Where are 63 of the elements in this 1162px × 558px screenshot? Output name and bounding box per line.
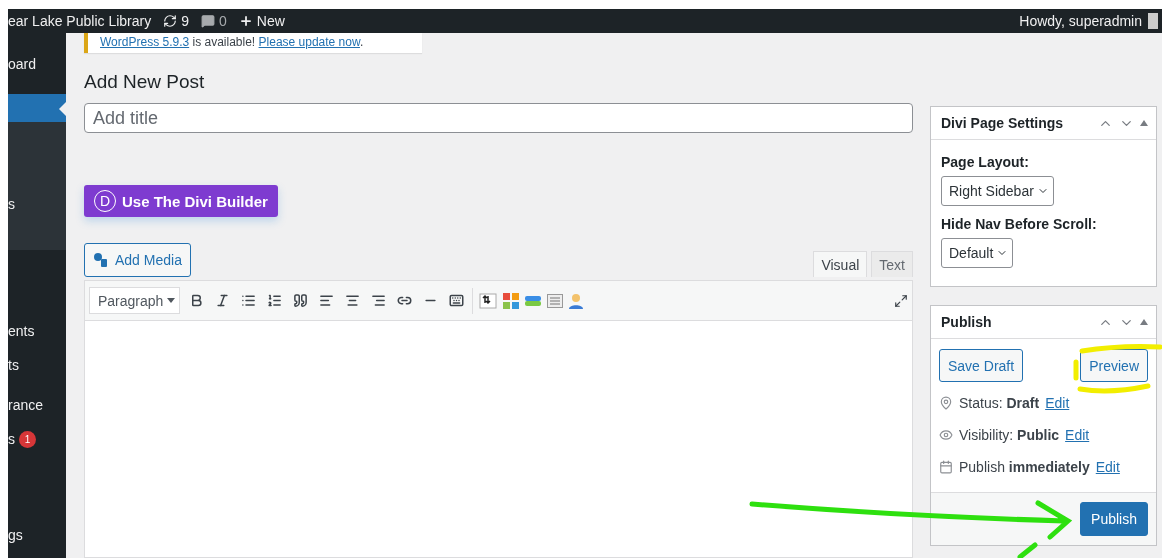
preview-button[interactable]: Preview <box>1080 349 1148 382</box>
field-label: Hide Nav Before Scroll: <box>941 216 1098 232</box>
edit-link[interactable]: Edit <box>1065 427 1090 443</box>
numbered-list-icon[interactable] <box>266 293 282 308</box>
sidebar-item[interactable]: s <box>8 122 66 250</box>
publish-info: Publish immediately <box>959 459 1090 475</box>
sidebar-item[interactable]: ents <box>8 314 66 348</box>
align-center-icon[interactable] <box>344 293 360 308</box>
grid-icon[interactable] <box>503 292 520 309</box>
sidebar-item[interactable]: rance <box>8 388 66 422</box>
count-badge: 1 <box>19 430 36 448</box>
calendar-icon <box>939 460 953 474</box>
person-icon[interactable] <box>569 292 584 309</box>
sidebar-item[interactable]: gs <box>8 518 66 552</box>
publish-info: Status: Draft <box>959 395 1040 411</box>
fullscreen-icon[interactable] <box>894 293 908 308</box>
update-notice: WordPress 5.9.3 is available! Please update now. <box>84 33 422 53</box>
edit-link[interactable]: Edit <box>1045 395 1070 411</box>
text-box-icon[interactable] <box>547 293 564 308</box>
version-link[interactable]: WordPress 5.9.3 <box>100 35 190 49</box>
add-media-button[interactable]: Add Media <box>84 243 191 277</box>
editor-tab[interactable]: Text <box>871 251 913 277</box>
greeting-link[interactable]: Howdy, superadmin <box>1019 13 1142 29</box>
save-draft-button[interactable]: Save Draft <box>939 349 1024 382</box>
panel-title: Divi Page Settings <box>941 115 1065 131</box>
eye-icon <box>939 428 953 442</box>
editor-tab[interactable]: Visual <box>813 251 868 277</box>
setting-select[interactable]: Default <box>941 238 1014 268</box>
refresh-icon <box>163 14 178 28</box>
publish-info: Visibility: Public <box>959 427 1060 443</box>
align-right-icon[interactable] <box>370 293 386 308</box>
publish-button[interactable]: Publish <box>1080 502 1148 536</box>
pin-icon <box>939 396 953 410</box>
collapse-icon[interactable] <box>1140 120 1148 126</box>
sort-icon[interactable] <box>479 292 498 309</box>
title-field[interactable]: Add title <box>84 103 913 133</box>
field-label: Page Layout: <box>941 154 1030 170</box>
collapse-icon[interactable] <box>1140 319 1148 325</box>
quote-icon[interactable] <box>292 293 308 308</box>
setting-select[interactable]: Right Sidebar <box>941 176 1054 206</box>
media-icon <box>93 252 109 268</box>
italic-icon[interactable] <box>214 293 230 308</box>
panel-title: Publish <box>941 314 993 330</box>
plus-icon <box>238 14 253 28</box>
sidebar-item[interactable]: ts <box>8 348 66 382</box>
format-select[interactable]: Paragraph <box>89 287 181 314</box>
toggle-icon[interactable] <box>525 295 542 306</box>
sidebar-item[interactable] <box>8 94 66 122</box>
comments-link[interactable]: 0 <box>201 13 227 29</box>
caret-icon <box>167 298 176 303</box>
sidebar-item[interactable]: oard <box>8 42 66 86</box>
divi-builder-button[interactable]: D Use The Divi Builder <box>84 185 278 217</box>
align-left-icon[interactable] <box>318 293 334 308</box>
edit-link[interactable]: Edit <box>1095 459 1120 475</box>
update-link[interactable]: Please update now <box>258 35 360 49</box>
page-heading: Add New Post <box>84 71 206 93</box>
comment-icon <box>201 14 215 28</box>
site-name-link[interactable]: ear Lake Public Library <box>8 13 152 29</box>
keyboard-icon[interactable] <box>448 293 464 308</box>
sidebar-item[interactable]: s 1 <box>8 422 66 456</box>
new-link[interactable]: New <box>238 13 285 29</box>
bullet-list-icon[interactable] <box>240 293 256 308</box>
updates-link[interactable]: 9 <box>163 13 189 29</box>
